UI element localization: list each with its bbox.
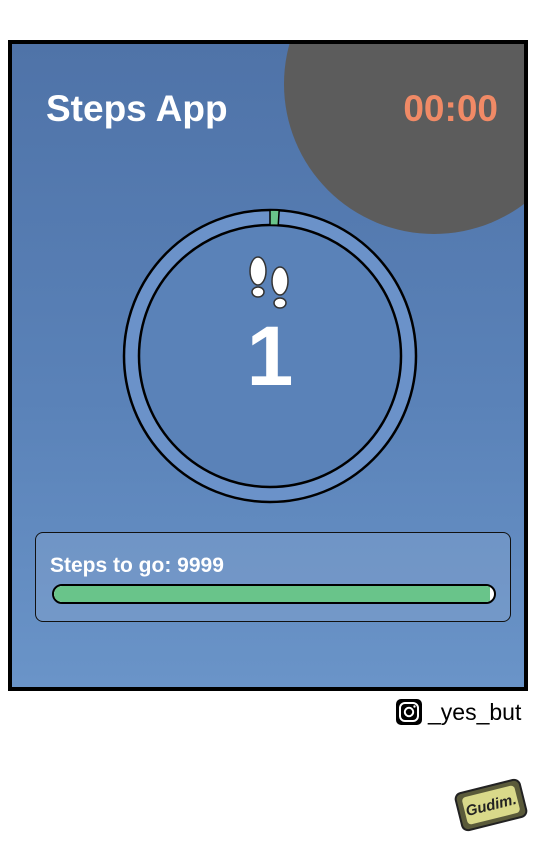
goal-progress-fill [54, 586, 490, 602]
app-title: Steps App [46, 88, 228, 129]
instagram-handle: _yes_but [428, 698, 522, 725]
footprints-icon [249, 256, 289, 309]
instagram-icon [396, 699, 422, 725]
step-count: 1 [246, 309, 294, 403]
ring-center: 1 [108, 194, 432, 518]
steps-to-go-label: Steps to go: 9999 [50, 554, 224, 577]
goal-card: Steps to go: 9999 [35, 532, 511, 622]
phone-screen-panel: Steps App 00:00 1 Steps to go: 9999 [8, 40, 528, 691]
goal-progress-bar [52, 584, 496, 604]
instagram-credit: _yes_but [396, 698, 521, 726]
artist-signature-logo: Gudim. [454, 778, 528, 832]
timer-display: 00:00 [403, 88, 498, 129]
